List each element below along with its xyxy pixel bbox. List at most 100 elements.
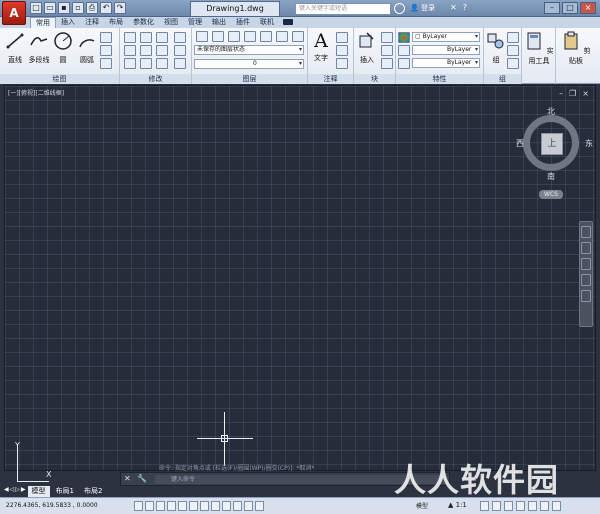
open-icon[interactable]: ▭: [44, 2, 56, 14]
tab-0[interactable]: 常用: [30, 17, 56, 28]
quick-properties-icon[interactable]: [244, 501, 253, 511]
layer-icon[interactable]: [276, 31, 288, 42]
tab-9[interactable]: 联机: [255, 17, 279, 28]
group-edit-icon[interactable]: [507, 45, 519, 56]
layer-icon[interactable]: [260, 31, 272, 42]
table-icon[interactable]: [336, 58, 348, 69]
layer-properties-icon[interactable]: [196, 31, 208, 42]
tab-1[interactable]: 插入: [56, 17, 80, 28]
fillet-icon[interactable]: [156, 45, 168, 56]
auto-scale-icon[interactable]: [492, 501, 501, 511]
search-input[interactable]: 键入关键字或短语: [295, 3, 391, 15]
new-icon[interactable]: □: [30, 2, 42, 14]
viewcube[interactable]: 上 北 南 东 西: [516, 107, 593, 181]
rectangle-icon[interactable]: [100, 32, 112, 43]
compass-south[interactable]: 南: [547, 171, 555, 182]
layer-dropdown[interactable]: 0: [194, 59, 304, 69]
compass-north[interactable]: 北: [547, 106, 555, 117]
transparency-icon[interactable]: [233, 501, 242, 511]
modify-panel-title[interactable]: 修改: [120, 74, 191, 84]
tab-8[interactable]: 插件: [231, 17, 255, 28]
compass-east[interactable]: 东: [585, 138, 593, 149]
tab-6[interactable]: 管理: [183, 17, 207, 28]
lineweight-toggle-icon[interactable]: [222, 501, 231, 511]
clipboard-tool[interactable]: 剪贴板: [560, 31, 592, 66]
maximize-button[interactable]: □: [562, 2, 578, 14]
layer-icon[interactable]: [228, 31, 240, 42]
offset-icon[interactable]: [174, 58, 186, 69]
polar-icon[interactable]: [167, 501, 176, 511]
layer-icon[interactable]: [244, 31, 256, 42]
explode-icon[interactable]: [174, 45, 186, 56]
text-tool[interactable]: A 文字: [310, 31, 332, 63]
login-button[interactable]: 👤 登录: [410, 3, 435, 13]
selection-cycling-icon[interactable]: [255, 501, 264, 511]
draw-panel-title[interactable]: 绘图: [0, 74, 119, 84]
group-tool[interactable]: 组: [485, 31, 507, 65]
lock-icon[interactable]: [516, 501, 525, 511]
ribbon-options-icon[interactable]: [283, 19, 293, 25]
viewcube-top-face[interactable]: 上: [541, 133, 563, 155]
layer-icon[interactable]: [292, 31, 304, 42]
stretch-icon[interactable]: [124, 58, 136, 69]
tab-5[interactable]: 视图: [159, 17, 183, 28]
erase-icon[interactable]: [174, 32, 186, 43]
exchange-icon[interactable]: ✕: [450, 3, 457, 12]
model-space-button[interactable]: 模型: [416, 501, 428, 510]
move-icon[interactable]: [124, 32, 136, 43]
zoom-icon[interactable]: [581, 258, 591, 270]
layer-icon[interactable]: [212, 31, 224, 42]
block-panel-title[interactable]: 块: [354, 74, 395, 84]
snap-icon[interactable]: [134, 501, 143, 511]
help-icon[interactable]: ?: [463, 3, 467, 12]
linetype-icon[interactable]: [398, 58, 410, 69]
clean-screen-icon[interactable]: [552, 501, 561, 511]
orbit-icon[interactable]: [581, 274, 591, 286]
layer-state-dropdown[interactable]: 未保存的图层状态: [194, 45, 304, 55]
application-menu-button[interactable]: A: [2, 1, 26, 25]
arc-tool[interactable]: 圆弧: [76, 31, 98, 65]
ortho-icon[interactable]: [156, 501, 165, 511]
lineweight-dropdown[interactable]: ByLayer: [412, 58, 480, 68]
isolate-objects-icon[interactable]: [540, 501, 549, 511]
workspace-icon[interactable]: [504, 501, 513, 511]
showmotion-icon[interactable]: [581, 290, 591, 302]
hatch-icon[interactable]: [100, 58, 112, 69]
array-icon[interactable]: [156, 58, 168, 69]
viewport-restore-icon[interactable]: ❐: [569, 89, 576, 98]
circle-tool[interactable]: 圆: [52, 31, 74, 65]
linetype-dropdown[interactable]: ByLayer: [412, 45, 480, 55]
insert-tool[interactable]: 插入: [356, 31, 378, 65]
properties-panel-title[interactable]: 特性: [396, 74, 483, 84]
mirror-icon[interactable]: [140, 45, 152, 56]
lineweight-icon[interactable]: [398, 45, 410, 56]
viewport-minimize-icon[interactable]: –: [559, 89, 563, 98]
annotation-visibility-icon[interactable]: [480, 501, 489, 511]
tab-model[interactable]: 模型: [27, 486, 50, 497]
group-select-icon[interactable]: [507, 58, 519, 69]
attribute-icon[interactable]: [381, 58, 393, 69]
leader-icon[interactable]: [336, 45, 348, 56]
trim-icon[interactable]: [156, 32, 168, 43]
drawing-viewport[interactable]: [一][俯视][二维线框] – ❐ × 上 北 南 东 西 WCS Y X 命令…: [4, 85, 596, 482]
redo-icon[interactable]: ↷: [114, 2, 126, 14]
layers-panel-title[interactable]: 图层: [192, 74, 307, 84]
customize-icon[interactable]: 🔧: [137, 474, 147, 483]
viewport-controls-label[interactable]: [一][俯视][二维线框]: [8, 88, 64, 97]
line-tool[interactable]: 直线: [4, 31, 26, 65]
ungroup-icon[interactable]: [507, 32, 519, 43]
create-block-icon[interactable]: [381, 32, 393, 43]
edit-block-icon[interactable]: [381, 45, 393, 56]
close-command-icon[interactable]: ✕: [124, 474, 131, 483]
ducs-icon[interactable]: [200, 501, 209, 511]
ellipse-icon[interactable]: [100, 45, 112, 56]
minimize-button[interactable]: –: [544, 2, 560, 14]
match-properties-icon[interactable]: [398, 32, 410, 43]
print-icon[interactable]: ⎙: [86, 2, 98, 14]
wcs-menu[interactable]: WCS: [539, 190, 563, 199]
prev-layout-icon[interactable]: ◁: [10, 486, 15, 497]
annotation-scale[interactable]: ▲ 1:1: [448, 501, 467, 509]
group-panel-title[interactable]: 组: [484, 74, 521, 84]
tab-3[interactable]: 布局: [104, 17, 128, 28]
rotate-icon[interactable]: [140, 32, 152, 43]
